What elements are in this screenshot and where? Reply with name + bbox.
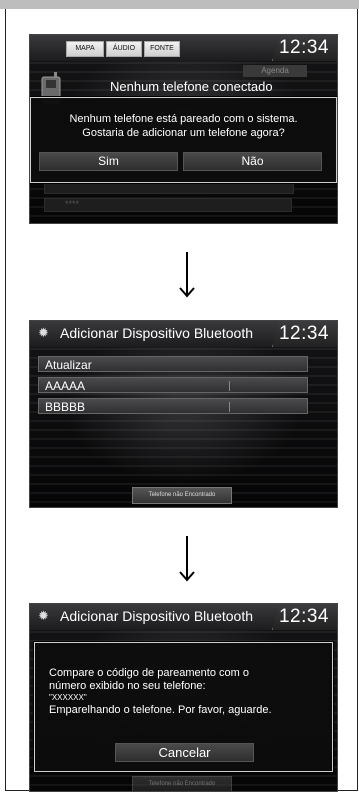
arrow-down-icon [179, 252, 195, 298]
clock: 12:34 [278, 606, 329, 627]
list-item: **** [44, 198, 292, 212]
refresh-item[interactable]: Atualizar [38, 356, 308, 372]
dialog-line-2: Gostaria de adicionar um telefone agora? [82, 127, 285, 139]
pairing-dialog: Compare o código de pareamento com o núm… [34, 642, 333, 772]
manual-page: MAPA ÁUDIO FONTE 12:34 Agenda Nenhum tel… [0, 0, 359, 795]
page-title: Adicionar Dispositivo Bluetooth [60, 608, 253, 624]
no-button[interactable]: Não [183, 152, 322, 171]
screen-no-phone: MAPA ÁUDIO FONTE 12:34 Agenda Nenhum tel… [29, 34, 338, 224]
tab-mapa[interactable]: MAPA [66, 41, 104, 57]
pair-dialog: Nenhum telefone está pareado com o siste… [30, 97, 337, 183]
gear-icon: ✹ [38, 608, 49, 623]
device-item[interactable]: AAAAA [38, 377, 308, 393]
pairing-code: "XXXXXX" [49, 693, 87, 702]
screen-pairing: ✹ Adicionar Dispositivo Bluetooth 12:34 … [29, 603, 338, 792]
pairing-line-1: Compare o código de pareamento com o [49, 667, 249, 679]
clock: 12:34 [278, 37, 329, 58]
phone-not-found-button: Telefone não Encontrado [132, 776, 232, 791]
dialog-line-1: Nenhum telefone está pareado com o siste… [69, 113, 298, 125]
device-name: AAAAA [45, 379, 86, 393]
gear-icon: ✹ [38, 325, 49, 340]
cancel-button[interactable]: Cancelar [115, 743, 254, 762]
tab-audio[interactable]: ÁUDIO [106, 41, 142, 57]
pairing-line-2: número exibido no seu telefone: [49, 680, 206, 692]
tab-fonte[interactable]: FONTE [144, 41, 180, 57]
chevron-down-icon[interactable]: ⋁ [322, 222, 331, 223]
clock: 12:34 [278, 323, 329, 344]
device-name: BBBBB [45, 400, 86, 414]
phone-not-found-button[interactable]: Telefone não Encontrado [132, 487, 232, 504]
arrow-down-icon [179, 536, 195, 582]
page-title: Adicionar Dispositivo Bluetooth [60, 325, 253, 341]
pairing-status: Emparelhando o telefone. Por favor, agua… [49, 704, 272, 716]
status-heading: Nenhum telefone conectado [110, 79, 273, 94]
yes-button[interactable]: Sim [39, 152, 178, 171]
device-item[interactable]: BBBBB [38, 398, 308, 414]
agenda-button[interactable]: Agenda [243, 65, 307, 77]
top-rule [0, 0, 359, 9]
screen-add-bluetooth: ✹ Adicionar Dispositivo Bluetooth 12:34 … [29, 320, 338, 508]
